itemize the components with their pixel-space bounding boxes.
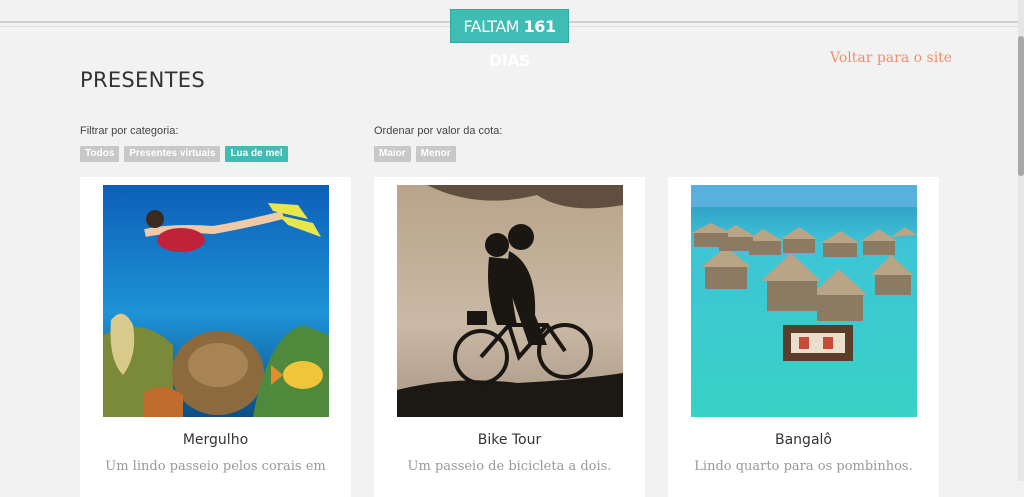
gift-description: Lindo quarto para os pombinhos. <box>694 459 913 474</box>
sort-lowest-chip[interactable]: Menor <box>415 146 456 162</box>
countdown-suffix: DIAS <box>488 51 531 70</box>
gift-description: Um passeio de bicicleta a dois. <box>407 459 612 474</box>
gift-name: Bike Tour <box>477 432 542 448</box>
filter-all-chip[interactable]: Todos <box>80 146 120 162</box>
scrollbar-thumb[interactable] <box>1018 36 1024 176</box>
gift-card-mergulho[interactable]: Mergulho Um lindo passeio pelos corais e… <box>80 177 351 497</box>
gift-card-bangalo[interactable]: Bangalô Lindo quarto para os pombinhos. <box>668 177 939 497</box>
gift-name: Bangalô <box>775 432 832 448</box>
page-scrollbar[interactable] <box>1018 0 1024 481</box>
sort-highest-chip[interactable]: Maior <box>374 146 411 162</box>
page-title: PRESENTES <box>80 68 205 92</box>
filter-label: Filtrar por categoria: <box>80 125 179 137</box>
diver-photo[interactable] <box>103 185 329 417</box>
bungalow-photo[interactable] <box>691 185 917 417</box>
gift-card-bike-tour[interactable]: Bike Tour Um passeio de bicicleta a dois… <box>374 177 645 497</box>
sort-chips: Maior Menor <box>374 146 456 162</box>
gift-description: Um lindo passeio pelos corais em <box>105 459 326 474</box>
countdown-number: 161 <box>523 17 556 36</box>
filter-virtual-gifts-chip[interactable]: Presentes virtuais <box>124 146 221 162</box>
filter-honeymoon-chip[interactable]: Lua de mel <box>225 146 288 162</box>
countdown-prefix: FALTAM <box>463 17 520 36</box>
gift-name: Mergulho <box>182 432 249 448</box>
countdown-badge: FALTAM 161 DIAS <box>450 9 569 70</box>
bike-couple-photo[interactable] <box>397 185 623 417</box>
back-to-site-link[interactable]: Voltar para o site <box>830 50 952 66</box>
filter-chips: Todos Presentes virtuais Lua de mel <box>80 146 288 162</box>
sort-label: Ordenar por valor da cota: <box>374 125 503 137</box>
